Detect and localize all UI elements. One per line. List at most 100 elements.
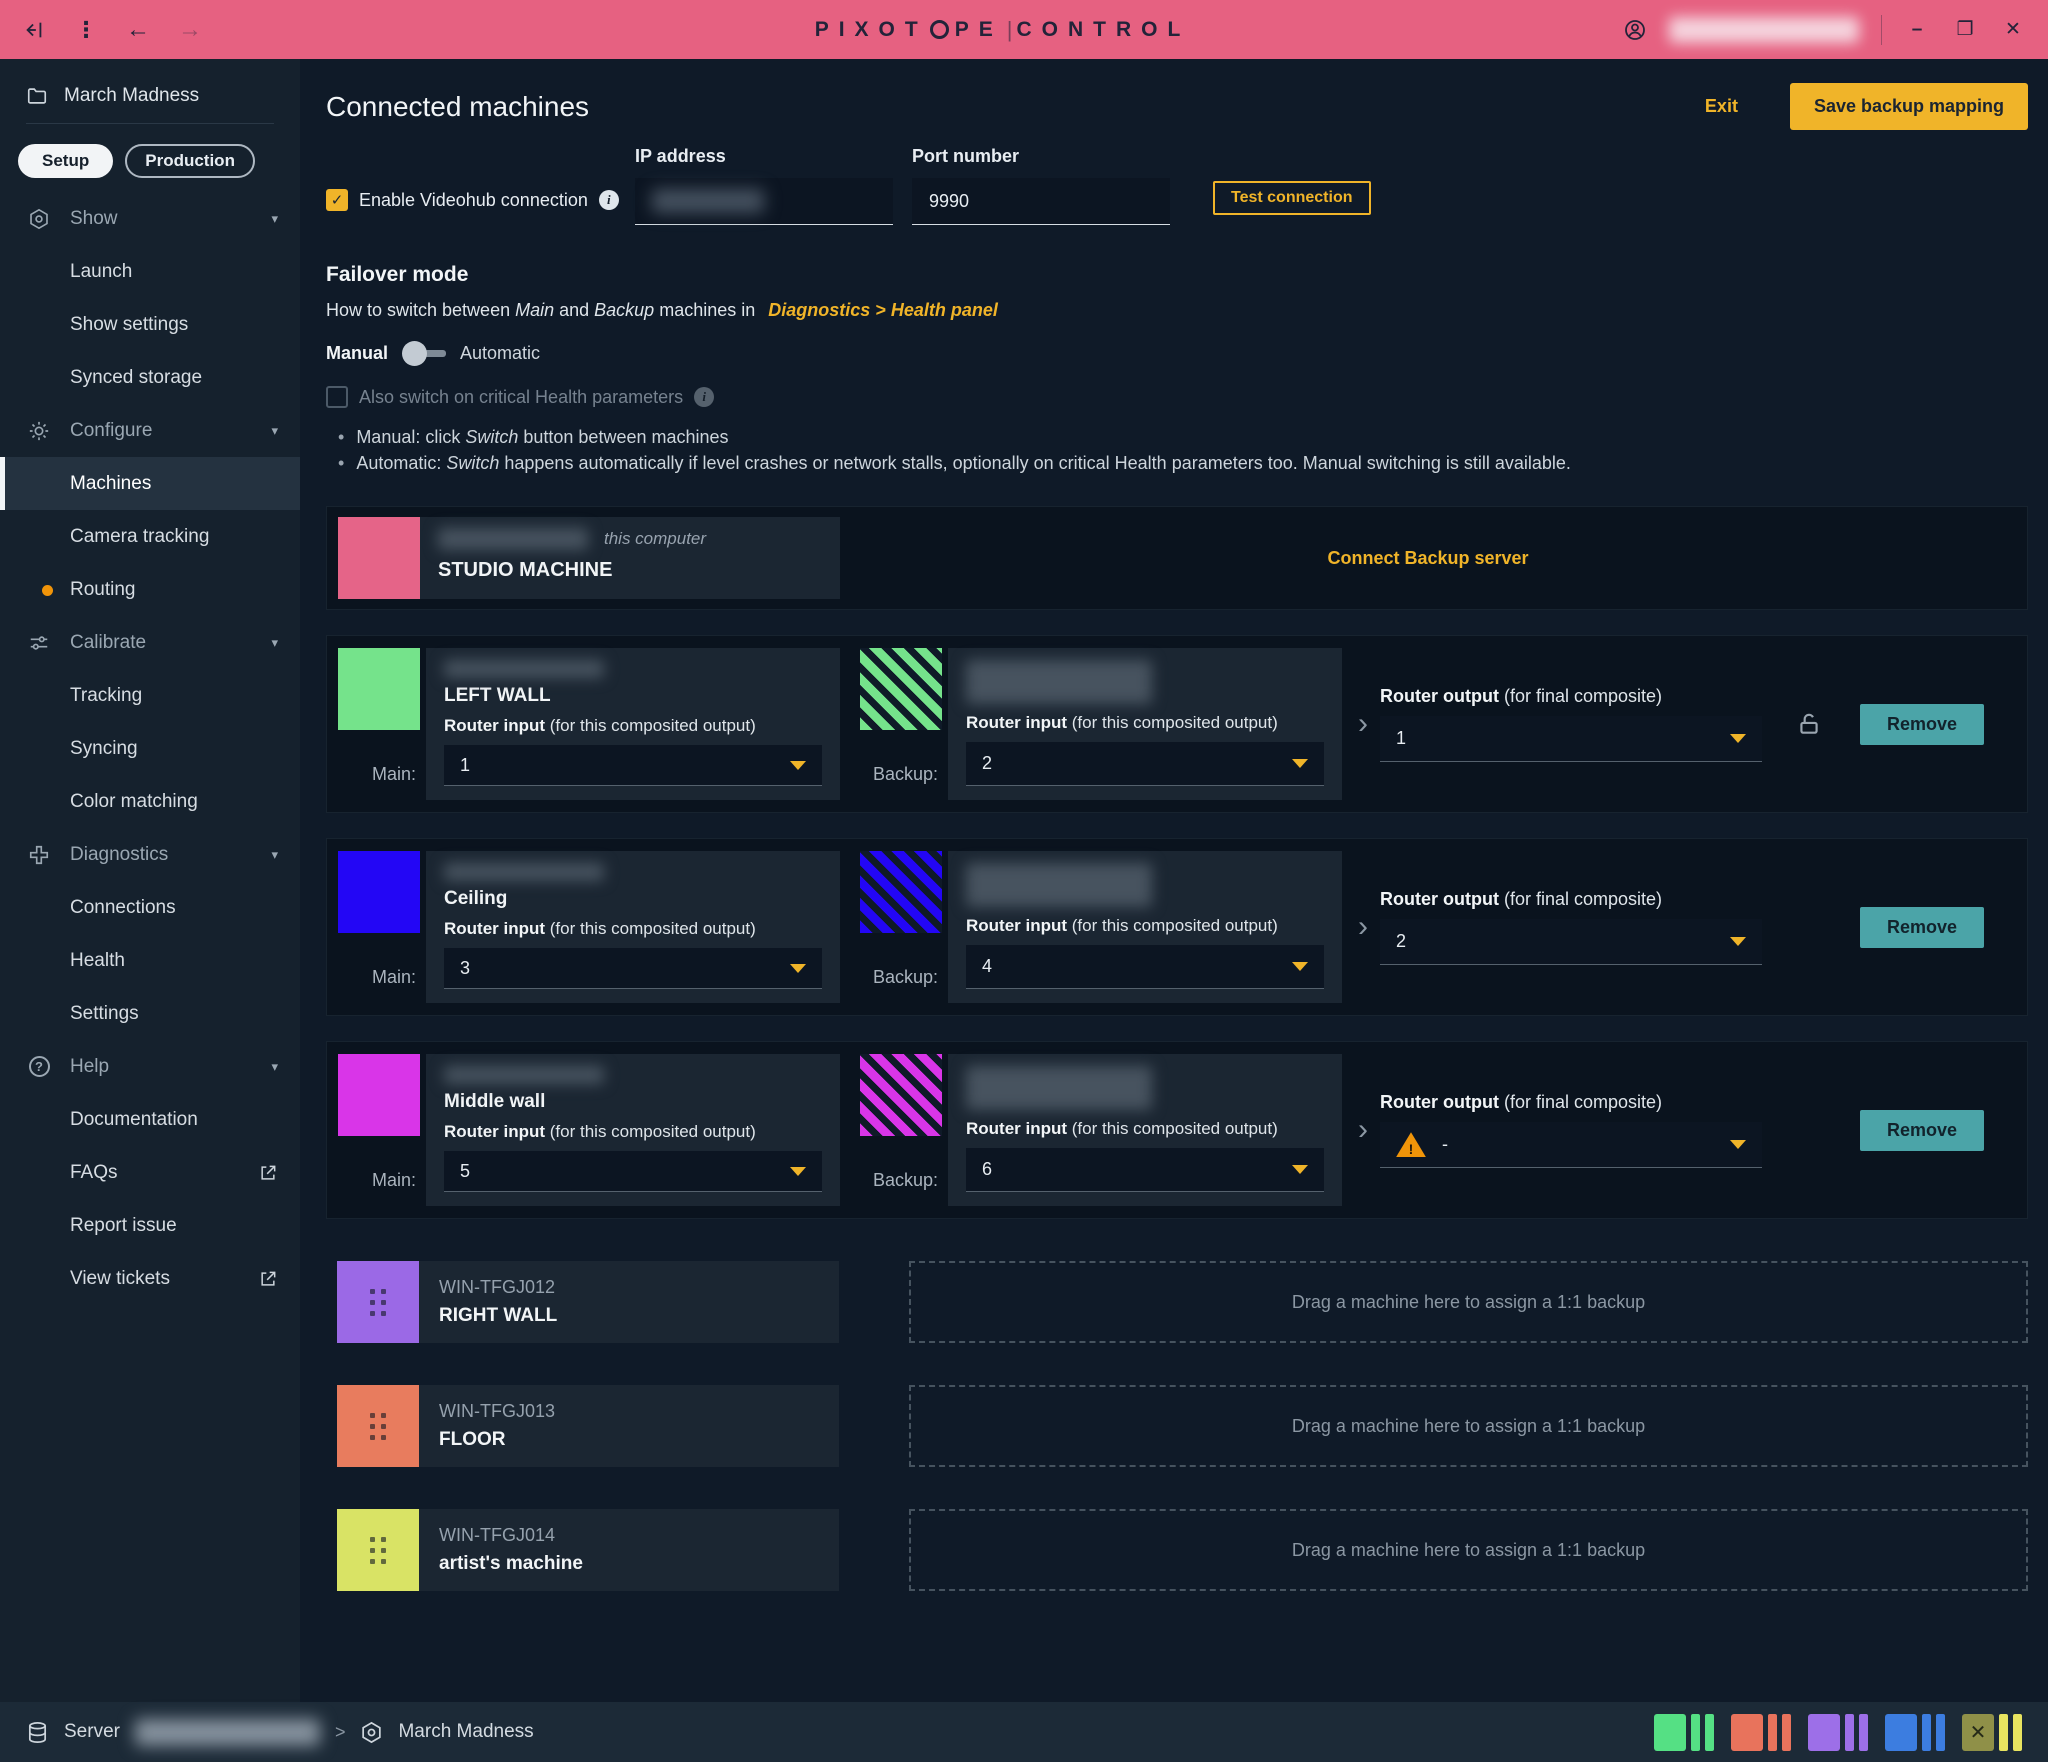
ip-address-input[interactable]	[635, 178, 893, 225]
user-icon[interactable]	[1623, 18, 1647, 42]
router-input-backup-dropdown[interactable]: 6	[966, 1148, 1324, 1192]
remove-button[interactable]: Remove	[1860, 907, 1984, 948]
warning-icon	[1396, 1132, 1426, 1157]
connect-backup-server-link[interactable]: Connect Backup server	[840, 548, 2016, 569]
chevron-down-icon	[271, 423, 278, 439]
ip-address-label: IP address	[635, 146, 893, 167]
minimize-button[interactable]: –	[1904, 19, 1930, 41]
machine-color-swatch[interactable]	[337, 1385, 419, 1467]
chevron-down-icon	[1730, 937, 1746, 946]
backup-color-swatch	[860, 648, 942, 730]
unassigned-machine-row: WIN-TFGJ013 FLOOR Drag a machine here to…	[326, 1385, 2028, 1467]
test-connection-button[interactable]: Test connection	[1213, 181, 1371, 215]
titlebar: PIXOTPE | CONTROL – ❐ ✕	[0, 0, 2048, 59]
machine-pair-row: Main: Ceiling Router input (for this com…	[326, 838, 2028, 1016]
external-link-icon	[258, 1269, 278, 1289]
project-name: March Madness	[64, 85, 199, 107]
machine-color-swatch[interactable]	[337, 1509, 419, 1591]
sidebar-item-calibrate[interactable]: Calibrate	[0, 616, 300, 669]
titlebar-left	[22, 18, 382, 42]
maximize-button[interactable]: ❐	[1952, 18, 1978, 41]
redacted-server-name[interactable]	[135, 1719, 320, 1746]
machine-card[interactable]: WIN-TFGJ012 RIGHT WALL	[337, 1261, 839, 1343]
sidebar-item-view-tickets[interactable]: View tickets	[0, 1252, 300, 1305]
backup-dropzone[interactable]: Drag a machine here to assign a 1:1 back…	[909, 1509, 2028, 1591]
redacted-hostname	[444, 660, 604, 678]
failover-mode-switch[interactable]	[402, 341, 446, 366]
sidebar-item-launch[interactable]: Launch	[0, 245, 300, 298]
show-icon	[26, 207, 52, 231]
status-indicator-group[interactable]	[1808, 1714, 1868, 1751]
sidebar-item-report-issue[interactable]: Report issue	[0, 1199, 300, 1252]
backup-machine-card: Router input (for this composited output…	[948, 1054, 1342, 1206]
sidebar-item-documentation[interactable]: Documentation	[0, 1093, 300, 1146]
backup-dropzone[interactable]: Drag a machine here to assign a 1:1 back…	[909, 1261, 2028, 1343]
kebab-menu-icon[interactable]	[74, 18, 98, 42]
router-input-backup-dropdown[interactable]: 2	[966, 742, 1324, 786]
sidebar-item-configure[interactable]: Configure	[0, 404, 300, 457]
status-indicator-group[interactable]	[1731, 1714, 1791, 1751]
machine-card[interactable]: WIN-TFGJ014 artist's machine	[337, 1509, 839, 1591]
sidebar-item-faqs[interactable]: FAQs	[0, 1146, 300, 1199]
info-icon[interactable]	[599, 190, 619, 210]
machine-color-swatch[interactable]	[337, 1261, 419, 1343]
sidebar-item-help[interactable]: Help	[0, 1040, 300, 1093]
health-panel-link[interactable]: Diagnostics > Health panel	[768, 300, 998, 320]
brand-divider: |	[1007, 17, 1013, 43]
project-selector[interactable]: March Madness	[0, 73, 300, 123]
chevron-down-icon	[271, 211, 278, 227]
main-content: Connected machines Exit Save backup mapp…	[300, 59, 2048, 1702]
setup-tab[interactable]: Setup	[18, 144, 113, 178]
sidebar-item-syncing[interactable]: Syncing	[0, 722, 300, 775]
port-number-label: Port number	[912, 146, 1170, 167]
port-number-input[interactable]: 9990	[912, 178, 1170, 225]
save-backup-mapping-button[interactable]: Save backup mapping	[1790, 83, 2028, 130]
current-show-name[interactable]: March Madness	[398, 1721, 533, 1743]
sidebar-item-settings[interactable]: Settings	[0, 987, 300, 1040]
remove-button[interactable]: Remove	[1860, 1110, 1984, 1151]
backup-dropzone[interactable]: Drag a machine here to assign a 1:1 back…	[909, 1385, 2028, 1467]
sidebar-item-show-settings[interactable]: Show settings	[0, 298, 300, 351]
sidebar-item-diagnostics[interactable]: Diagnostics	[0, 828, 300, 881]
sidebar-item-connections[interactable]: Connections	[0, 881, 300, 934]
sidebar-item-machines[interactable]: Machines	[0, 457, 300, 510]
enable-videohub-checkbox[interactable]	[326, 189, 348, 211]
sidebar-item-camera-tracking[interactable]: Camera tracking	[0, 510, 300, 563]
sidebar-item-health[interactable]: Health	[0, 934, 300, 987]
info-icon[interactable]	[694, 387, 714, 407]
machine-color-swatch	[338, 648, 420, 730]
health-plus-icon	[26, 843, 52, 867]
production-tab[interactable]: Production	[125, 144, 255, 178]
videohub-section: Enable Videohub connection IP address Po…	[326, 146, 2028, 225]
redacted-username[interactable]	[1669, 17, 1859, 43]
machine-name: RIGHT WALL	[439, 1305, 557, 1327]
router-output-dropdown[interactable]: -	[1380, 1122, 1762, 1168]
machine-name: FLOOR	[439, 1429, 555, 1451]
back-icon[interactable]	[126, 18, 150, 42]
status-indicator-group[interactable]: ✕	[1962, 1714, 2022, 1751]
router-input-main-dropdown[interactable]: 3	[444, 948, 822, 989]
router-output-dropdown[interactable]: 1	[1380, 716, 1762, 762]
critical-health-checkbox[interactable]	[326, 386, 348, 408]
machine-card[interactable]: WIN-TFGJ013 FLOOR	[337, 1385, 839, 1467]
sidebar-item-synced-storage[interactable]: Synced storage	[0, 351, 300, 404]
chevron-down-icon	[1730, 1140, 1746, 1149]
router-input-main-dropdown[interactable]: 1	[444, 745, 822, 786]
remove-button[interactable]: Remove	[1860, 704, 1984, 745]
chevron-down-icon	[790, 964, 806, 973]
sidebar-item-color-matching[interactable]: Color matching	[0, 775, 300, 828]
router-input-main-dropdown[interactable]: 5	[444, 1151, 822, 1192]
router-output-dropdown[interactable]: 2	[1380, 919, 1762, 965]
machine-name: LEFT WALL	[444, 685, 822, 707]
sidebar-item-tracking[interactable]: Tracking	[0, 669, 300, 722]
exit-link[interactable]: Exit	[1705, 96, 1738, 117]
sidebar-item-show[interactable]: Show	[0, 192, 300, 245]
close-button[interactable]: ✕	[2000, 18, 2026, 41]
status-indicator-group[interactable]	[1885, 1714, 1945, 1751]
enable-videohub-label: Enable Videohub connection	[359, 190, 588, 211]
router-input-backup-dropdown[interactable]: 4	[966, 945, 1324, 989]
collapse-sidebar-icon[interactable]	[22, 18, 46, 42]
unlock-icon[interactable]	[1796, 711, 1822, 737]
status-indicator-group[interactable]	[1654, 1714, 1714, 1751]
sidebar-item-routing[interactable]: Routing	[0, 563, 300, 616]
